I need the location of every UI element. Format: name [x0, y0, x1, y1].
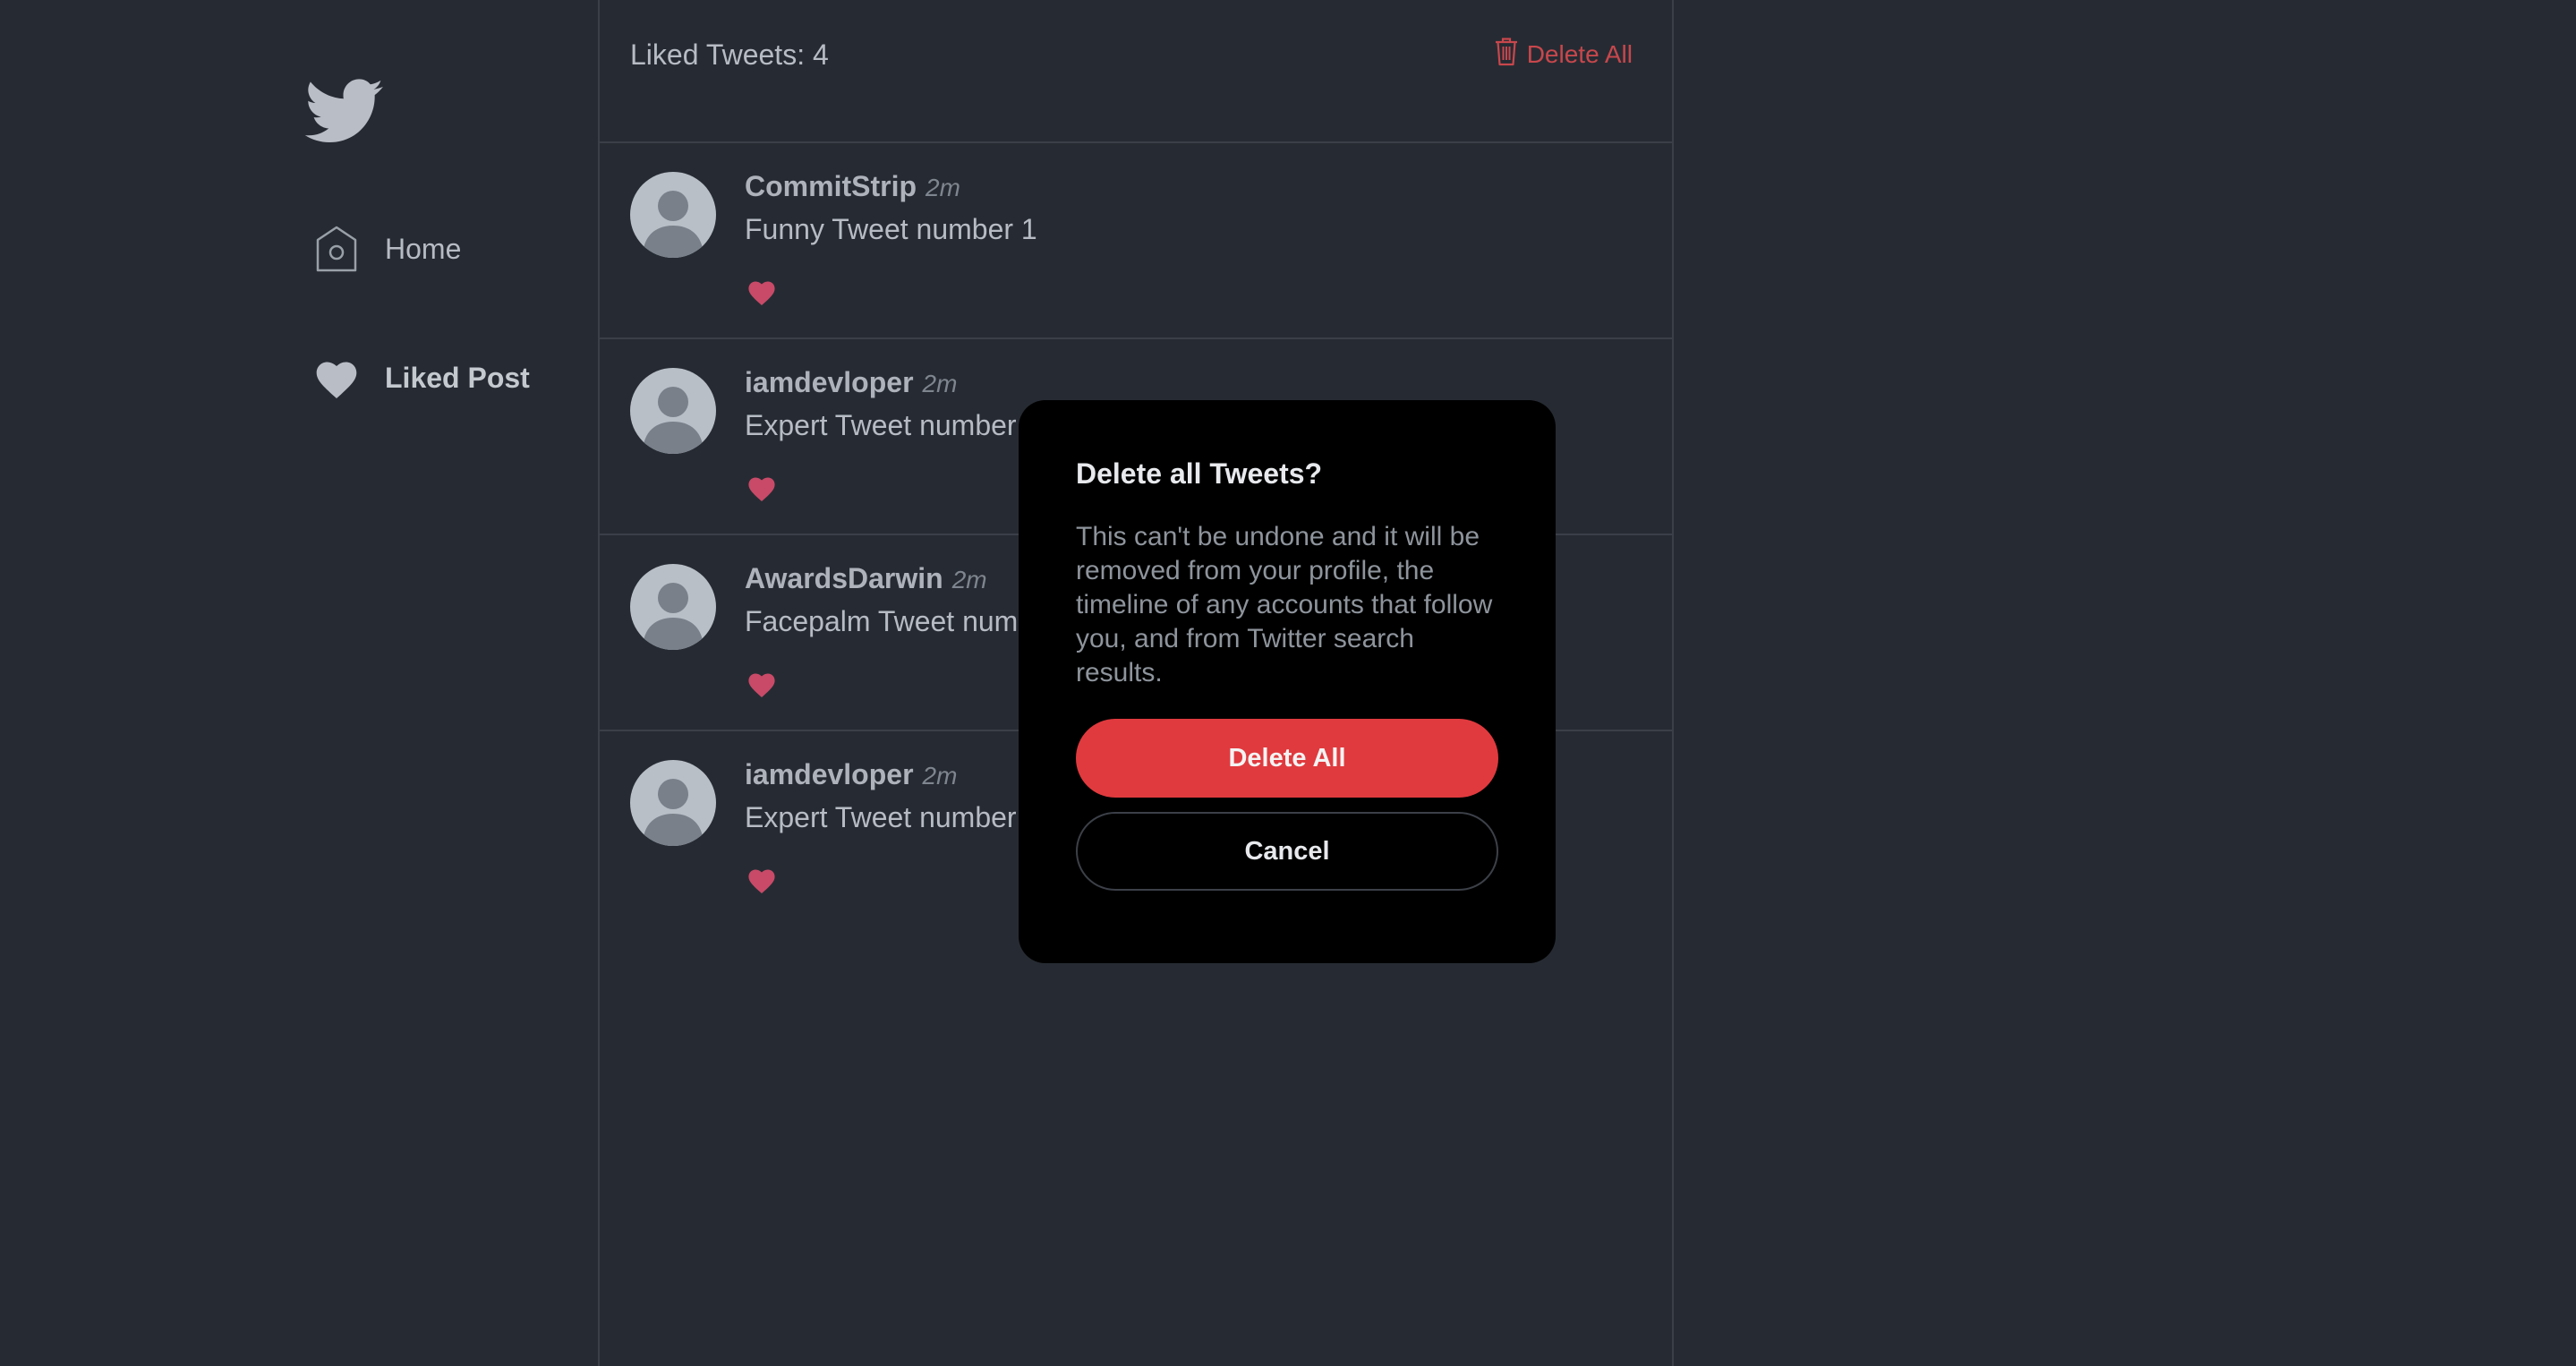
avatar	[630, 760, 716, 846]
tweet-time: 2m	[925, 174, 960, 201]
heart-icon[interactable]	[746, 474, 777, 502]
tweet-time: 2m	[922, 370, 958, 397]
tweet-item[interactable]: CommitStrip 2m Funny Tweet number 1	[600, 143, 1672, 339]
avatar	[630, 172, 716, 258]
sidebar-item-home[interactable]: Home	[313, 220, 461, 277]
tweet-text: Facepalm Tweet num	[745, 605, 1019, 637]
sidebar-item-label: Home	[385, 232, 462, 265]
heart-icon[interactable]	[746, 866, 777, 894]
confirm-delete-all-button[interactable]: Delete All	[1076, 719, 1498, 798]
heart-icon	[313, 353, 360, 403]
tweet-meta: iamdevloper 2m	[745, 366, 957, 399]
delete-all-link[interactable]: Delete All	[1493, 36, 1633, 73]
tweet-meta: CommitStrip 2m	[745, 170, 960, 203]
tweet-author[interactable]: AwardsDarwin	[745, 562, 943, 595]
dialog-title: Delete all Tweets?	[1076, 457, 1323, 490]
tweet-author[interactable]: CommitStrip	[745, 170, 917, 203]
sidebar-item-label: Liked Post	[385, 361, 530, 394]
dialog-message: This can't be undone and it will be remo…	[1076, 522, 1493, 687]
trash-icon	[1493, 36, 1527, 73]
twitter-bird-icon[interactable]	[304, 79, 385, 145]
feed-header: Liked Tweets: 4 Delete All	[600, 0, 1672, 143]
avatar	[630, 564, 716, 650]
cancel-button[interactable]: Cancel	[1076, 812, 1498, 891]
sidebar: Home Liked Post	[0, 0, 598, 1366]
heart-icon[interactable]	[746, 670, 777, 698]
tweet-time: 2m	[951, 566, 987, 593]
tweet-text: Expert Tweet number	[745, 801, 1017, 833]
heart-icon[interactable]	[746, 277, 777, 306]
delete-all-label: Delete All	[1526, 39, 1633, 68]
tweet-meta: iamdevloper 2m	[745, 758, 957, 791]
home-icon	[313, 224, 360, 274]
app-root: Home Liked Post Liked Tweets: 4 Delete A…	[0, 0, 2576, 1366]
tweet-meta: AwardsDarwin 2m	[745, 562, 987, 595]
tweet-author[interactable]: iamdevloper	[745, 758, 914, 791]
tweet-time: 2m	[922, 762, 958, 790]
tweet-text: Expert Tweet number	[745, 409, 1017, 441]
avatar	[630, 368, 716, 454]
delete-confirm-dialog: Delete all Tweets? This can't be undone …	[1019, 400, 1556, 963]
tweet-text: Funny Tweet number 1	[745, 213, 1037, 245]
tweet-author[interactable]: iamdevloper	[745, 366, 914, 399]
liked-count: Liked Tweets: 4	[630, 38, 829, 71]
sidebar-item-liked-post[interactable]: Liked Post	[313, 349, 530, 406]
